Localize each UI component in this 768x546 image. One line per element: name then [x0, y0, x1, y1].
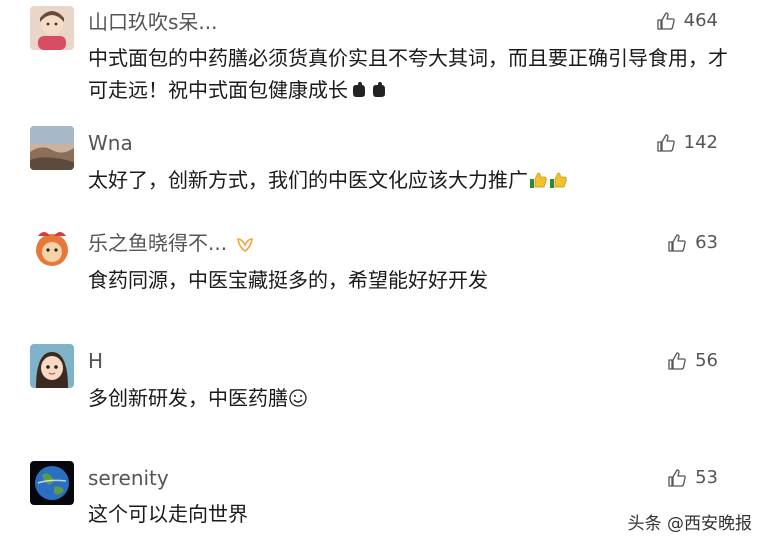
comment-text: 多创新研发，中医药膳 [88, 382, 728, 414]
thumbs-up-icon [668, 234, 686, 252]
comment-text: 太好了，创新方式，我们的中医文化应该大力推广 [88, 164, 728, 196]
like-count: 53 [695, 467, 718, 488]
comment-item: 乐之鱼晓得不... 63 食药同源，中医宝藏挺多的，希望能好好开发 [0, 222, 768, 340]
username[interactable]: Wna [88, 130, 133, 156]
thumbs-up-icon [656, 134, 675, 152]
fist-emoji-icon [373, 82, 385, 97]
like-button[interactable]: 53 [667, 467, 718, 489]
avatar[interactable] [30, 461, 74, 505]
like-count: 56 [695, 350, 718, 371]
like-button[interactable]: 56 [667, 350, 718, 372]
like-count: 142 [683, 132, 718, 153]
thumbs-up-icon [656, 12, 675, 30]
comment-text: 食药同源，中医宝藏挺多的，希望能好好开发 [88, 268, 488, 292]
comment-item: Wna 142 太好了，创新方式，我们的中医文化应该大力推广 [0, 120, 768, 224]
member-badge-icon [237, 237, 253, 252]
avatar[interactable] [30, 344, 74, 388]
avatar[interactable] [30, 226, 74, 270]
watermark: 头条 @西安晚报 [627, 514, 752, 534]
username[interactable]: 山口玖吹s呆... [88, 9, 218, 35]
girl-portrait-avatar-icon [30, 6, 74, 50]
fist-emoji-icon [353, 82, 365, 97]
like-button[interactable]: 464 [656, 10, 718, 32]
username[interactable]: serenity [88, 465, 169, 491]
comment-item: H 56 多创新研发，中医药膳 [0, 340, 768, 458]
landscape-avatar-icon [30, 126, 74, 170]
thumbs-up-emoji-icon [550, 172, 567, 188]
thumbs-up-icon [668, 469, 686, 487]
earth-avatar-icon [30, 461, 74, 505]
like-count: 63 [695, 232, 718, 253]
like-button[interactable]: 142 [656, 132, 718, 154]
thumbs-up-emoji-icon [530, 172, 547, 188]
like-button[interactable]: 63 [667, 232, 718, 254]
avatar[interactable] [30, 6, 74, 50]
avatar[interactable] [30, 126, 74, 170]
username[interactable]: 乐之鱼晓得不... [88, 230, 255, 256]
cartoon-avatar-icon [30, 226, 74, 270]
smile-emoji-icon [289, 389, 307, 407]
username[interactable]: H [88, 348, 103, 374]
comment-item: 山口玖吹s呆... 464 中式面包的中药膳必须货真价实且不夸大其词，而且要正确… [0, 0, 768, 120]
cartoon-girl-avatar-icon [30, 344, 74, 388]
like-count: 464 [683, 10, 718, 31]
thumbs-up-icon [668, 352, 686, 370]
comment-text: 中式面包的中药膳必须货真价实且不夸大其词，而且要正确引导食用，才可走远！祝中式面… [88, 46, 728, 102]
